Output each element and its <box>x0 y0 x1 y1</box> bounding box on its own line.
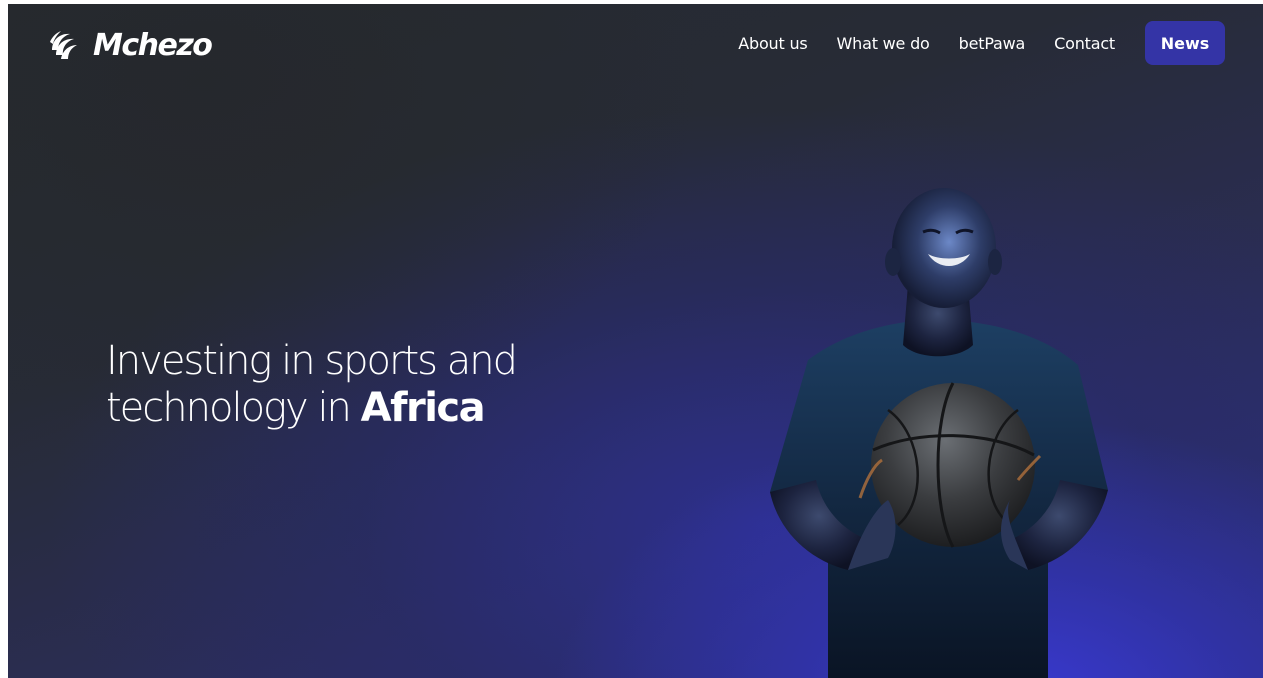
hero-section: Mchezo About us What we do betPawa Conta… <box>8 4 1263 678</box>
hero-headline: Investing in sports and technology in Af… <box>106 338 518 432</box>
nav-betpawa[interactable]: betPawa <box>959 34 1026 53</box>
brand-logo[interactable]: Mchezo <box>46 26 213 64</box>
headline-highlight: Africa <box>360 385 486 431</box>
main-nav: About us What we do betPawa Contact News <box>738 21 1225 65</box>
athlete-photo <box>770 188 1108 678</box>
news-button[interactable]: News <box>1145 21 1225 65</box>
headline-line-1: Investing in sports and <box>106 338 518 384</box>
site-header: Mchezo About us What we do betPawa Conta… <box>8 4 1263 84</box>
headline-line-2-prefix: technology in <box>106 385 361 431</box>
nav-what-we-do[interactable]: What we do <box>837 34 930 53</box>
nav-contact[interactable]: Contact <box>1054 34 1115 53</box>
brand-name: Mchezo <box>93 27 213 63</box>
headline-line-2: technology in Africa <box>106 385 516 432</box>
swirl-ball-icon <box>50 31 77 59</box>
nav-about-us[interactable]: About us <box>738 34 807 53</box>
